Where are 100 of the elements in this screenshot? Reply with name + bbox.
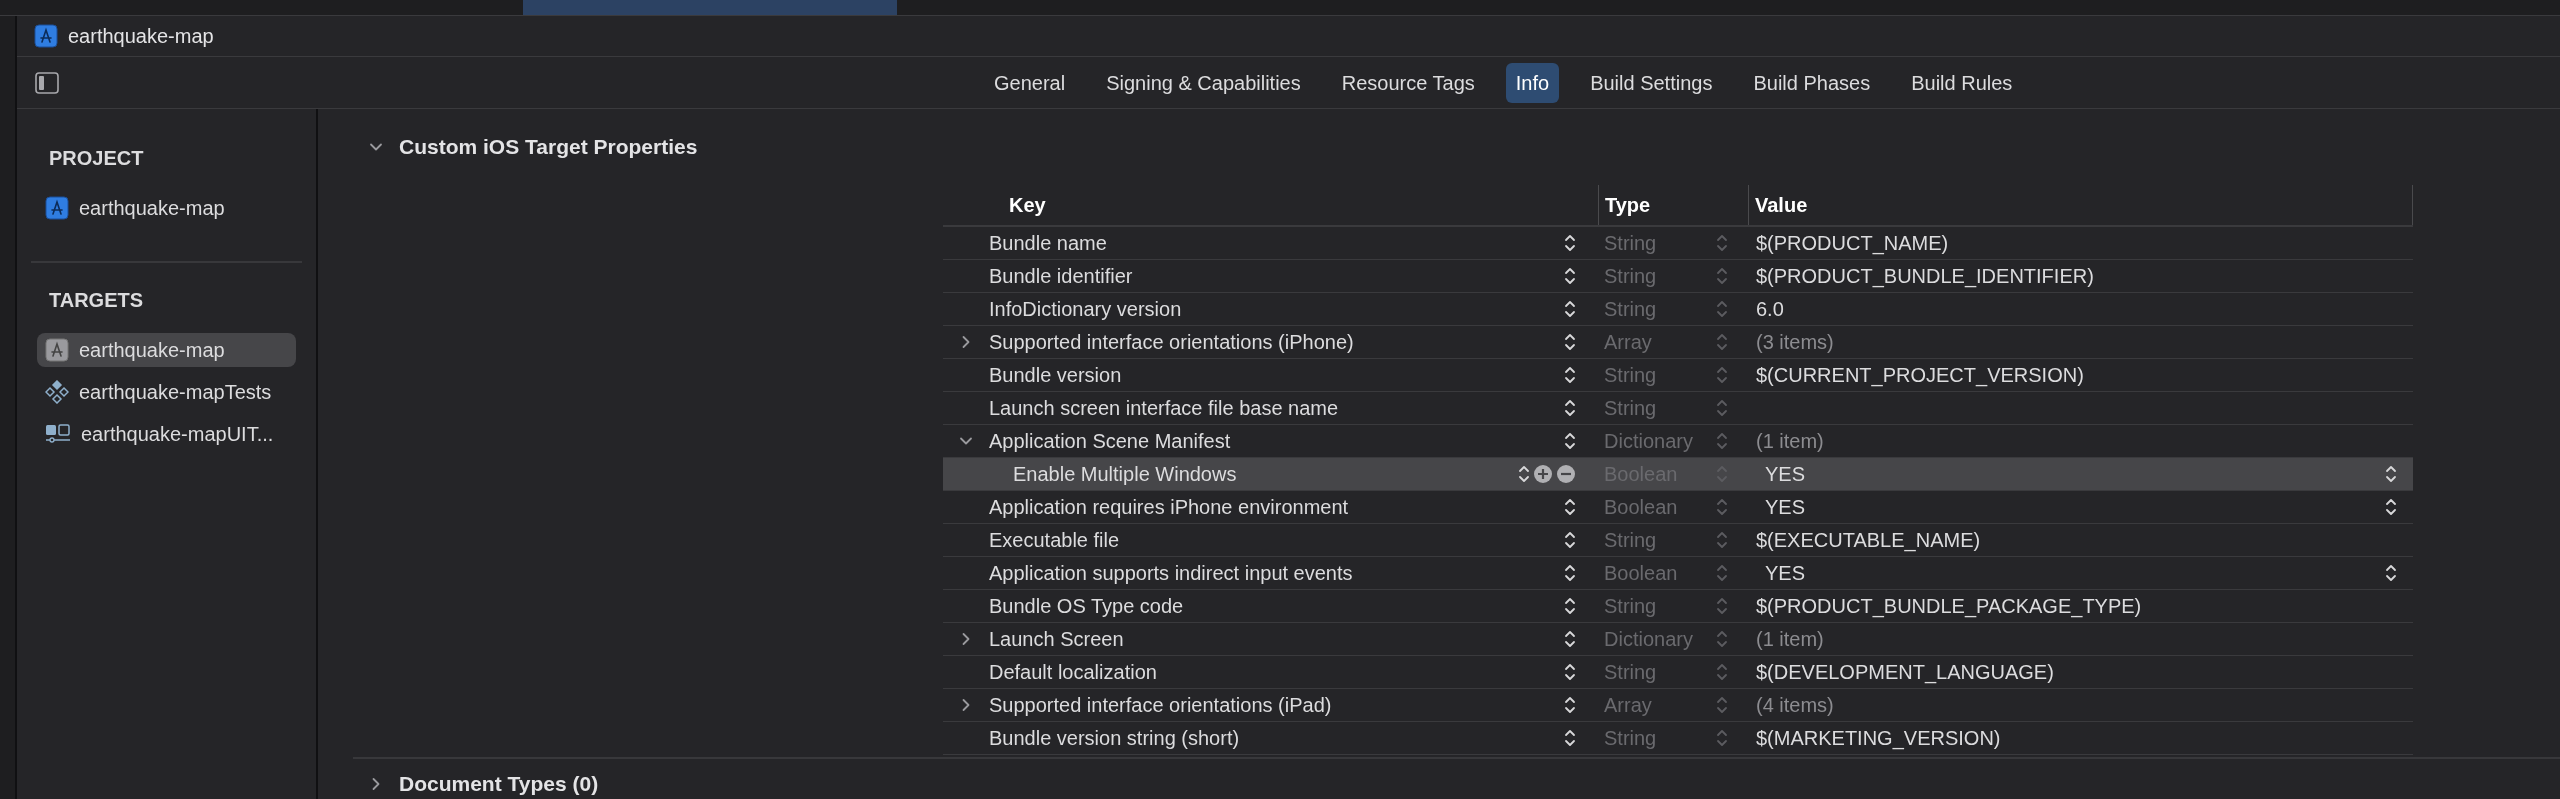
type-text: String — [1604, 726, 1657, 751]
section-heading: PROJECT — [48, 146, 145, 171]
type-text: Array — [1604, 693, 1652, 718]
key-text: Bundle version string (short) — [989, 726, 1240, 751]
stepper-icon[interactable] — [1564, 497, 1576, 517]
key-text: InfoDictionary version — [989, 297, 1182, 322]
sidebar-item[interactable]: earthquake-map — [37, 333, 296, 367]
type-text: Dictionary — [1604, 429, 1693, 454]
tab[interactable]: Build Settings — [1580, 62, 1723, 103]
key-text: Bundle name — [989, 231, 1107, 256]
diamonds-icon — [45, 380, 69, 404]
table-row[interactable]: Application requires iPhone environment Boolean YES — [943, 491, 2413, 524]
value-text: YES — [1764, 495, 1806, 520]
sidebar-item[interactable]: earthquake-mapUIT... — [37, 417, 296, 451]
stepper-icon[interactable] — [2385, 464, 2397, 484]
type-text: String — [1604, 396, 1657, 421]
key-text: Application Scene Manifest — [989, 429, 1231, 454]
table-row[interactable]: Supported interface orientations (iPhone) Array (3 items) — [943, 326, 2413, 359]
tab[interactable]: General — [984, 62, 1076, 103]
table-row[interactable]: Launch Screen Dictionary (1 item) — [943, 623, 2413, 656]
stepper-icon[interactable] — [1564, 398, 1576, 418]
key-text: Application supports indirect input events — [989, 561, 1353, 586]
key-text: Application requires iPhone environment — [989, 495, 1349, 520]
tab[interactable]: Info — [1505, 62, 1560, 103]
table-row[interactable]: Bundle version String $(CURRENT_PROJECT_VERSION) — [943, 359, 2413, 392]
column-header[interactable]: Type — [1598, 185, 1748, 225]
stepper-icon[interactable] — [2385, 497, 2397, 517]
key-text: Executable file — [989, 528, 1120, 553]
section-heading: TARGETS — [48, 288, 145, 313]
type-text: String — [1604, 297, 1657, 322]
value-text: (1 item) — [1755, 627, 1824, 652]
key-text: Default localization — [989, 660, 1157, 685]
type-text: String — [1604, 660, 1657, 685]
section-header[interactable]: Custom iOS Target Properties — [353, 109, 2560, 185]
stepper-icon[interactable] — [1564, 299, 1576, 319]
value-text: (3 items) — [1755, 330, 1834, 355]
tab[interactable]: Build Rules — [1901, 62, 2023, 103]
stepper-icon[interactable] — [1564, 728, 1576, 748]
value-text: (1 item) — [1755, 429, 1824, 454]
minus-circle-icon[interactable] — [1556, 464, 1576, 484]
value-text: $(EXECUTABLE_NAME) — [1755, 528, 1981, 554]
key-text: Bundle identifier — [989, 264, 1133, 289]
key-text: Launch screen interface file base name — [989, 396, 1339, 421]
key-text: Bundle version — [989, 363, 1122, 388]
stepper-icon[interactable] — [1518, 464, 1530, 484]
type-text: String — [1604, 363, 1657, 388]
table-row[interactable]: Bundle version string (short) String $(MARKETING_VERSION) — [943, 722, 2413, 755]
type-text: Dictionary — [1604, 627, 1693, 652]
app-icon — [34, 24, 58, 48]
table-row[interactable]: Bundle name String $(PRODUCT_NAME) — [943, 227, 2413, 260]
table-row[interactable]: Default localization String $(DEVELOPMENT_LANGUAGE) — [943, 656, 2413, 689]
type-text: String — [1604, 528, 1657, 553]
key-text: Launch Screen — [989, 627, 1124, 652]
tab[interactable]: Build Phases — [1743, 62, 1881, 103]
screens-icon — [45, 423, 71, 445]
key-text: Supported interface orientations (iPhone) — [989, 330, 1354, 355]
tab[interactable]: Resource Tags — [1331, 62, 1485, 103]
type-text: String — [1604, 264, 1657, 289]
stepper-icon[interactable] — [1564, 629, 1576, 649]
table-row[interactable]: Supported interface orientations (iPad) Array (4 items) — [943, 689, 2413, 722]
type-text: String — [1604, 594, 1657, 619]
column-header[interactable]: Key — [943, 185, 1598, 225]
value-text: $(CURRENT_PROJECT_VERSION) — [1755, 363, 2084, 389]
key-text: Enable Multiple Windows — [1012, 462, 1237, 487]
stepper-icon[interactable] — [1564, 563, 1576, 583]
stepper-icon[interactable] — [1564, 233, 1576, 253]
table-row[interactable]: InfoDictionary version String 6.0 — [943, 293, 2413, 326]
table-row[interactable]: Application supports indirect input events Boolean YES — [943, 557, 2413, 590]
key-text: Supported interface orientations (iPad) — [989, 693, 1332, 718]
sidebar-item[interactable]: earthquake-map — [37, 191, 296, 225]
sidebar-toggle-icon[interactable] — [35, 72, 59, 94]
value-text: (4 items) — [1755, 693, 1834, 718]
app-icon — [45, 196, 69, 220]
stepper-icon[interactable] — [1564, 530, 1576, 550]
table-row[interactable]: Launch screen interface file base name String — [943, 392, 2413, 425]
key-text: Bundle OS Type code — [989, 594, 1184, 619]
value-text: $(PRODUCT_NAME) — [1755, 231, 1949, 257]
stepper-icon[interactable] — [1564, 596, 1576, 616]
column-header[interactable]: Value — [1748, 185, 2413, 225]
sidebar-item[interactable]: earthquake-mapTests — [37, 375, 296, 409]
window-title: earthquake-map — [68, 24, 214, 49]
stepper-icon[interactable] — [1564, 695, 1576, 715]
app-icon — [45, 338, 69, 362]
table-row[interactable]: Executable file String $(EXECUTABLE_NAME) — [943, 524, 2413, 557]
stepper-icon[interactable] — [1564, 365, 1576, 385]
section-header[interactable]: Document Types (0) — [353, 759, 2560, 799]
tab[interactable]: Signing & Capabilities — [1096, 62, 1311, 103]
table-row[interactable]: Bundle identifier String $(PRODUCT_BUNDLE_IDENTIFIER) — [943, 260, 2413, 293]
type-text: Boolean — [1604, 561, 1678, 586]
stepper-icon[interactable] — [1564, 266, 1576, 286]
stepper-icon[interactable] — [2385, 563, 2397, 583]
table-row[interactable]: Bundle OS Type code String $(PRODUCT_BUNDLE_PACKAGE_TYPE) — [943, 590, 2413, 623]
stepper-icon[interactable] — [1564, 431, 1576, 451]
stepper-icon[interactable] — [1564, 662, 1576, 682]
value-text: $(MARKETING_VERSION) — [1755, 726, 2001, 752]
value-text: $(PRODUCT_BUNDLE_PACKAGE_TYPE) — [1755, 594, 2142, 620]
stepper-icon[interactable] — [1564, 332, 1576, 352]
value-text: $(PRODUCT_BUNDLE_IDENTIFIER) — [1755, 264, 2094, 290]
value-text: 6.0 — [1755, 297, 1784, 322]
plus-circle-icon[interactable] — [1533, 464, 1553, 484]
